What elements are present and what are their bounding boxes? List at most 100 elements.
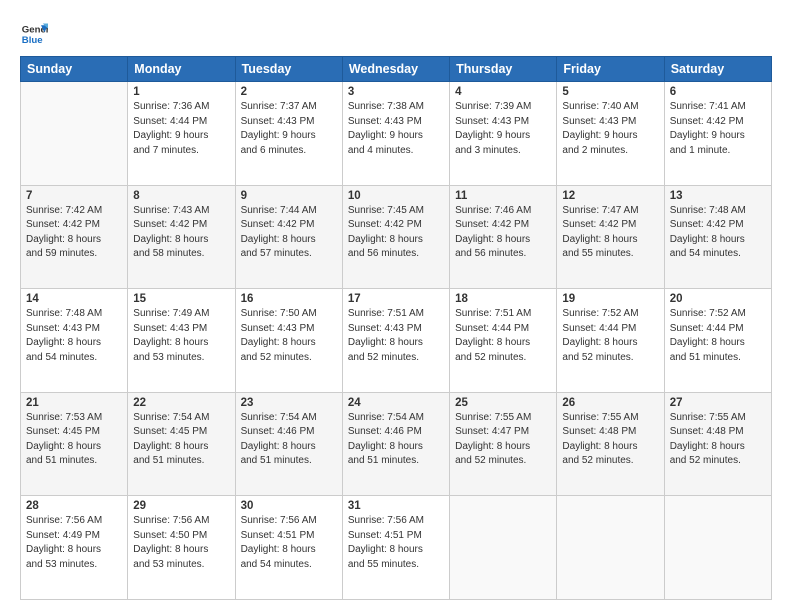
calendar-cell: 26 Sunrise: 7:55 AMSunset: 4:48 PMDayligh… bbox=[557, 392, 664, 496]
day-number: 11 bbox=[455, 190, 551, 202]
day-number: 21 bbox=[26, 397, 122, 409]
day-number: 22 bbox=[133, 397, 229, 409]
day-info: Sunrise: 7:47 AMSunset: 4:42 PMDaylight:… bbox=[562, 204, 658, 262]
weekday-sunday: Sunday bbox=[21, 57, 128, 82]
week-row-2: 7 Sunrise: 7:42 AMSunset: 4:42 PMDaylight… bbox=[21, 185, 772, 289]
day-info: Sunrise: 7:52 AMSunset: 4:44 PMDaylight:… bbox=[562, 307, 658, 365]
calendar-cell: 2Sunrise: 7:37 AMSunset: 4:43 PMDaylight… bbox=[235, 82, 342, 186]
day-number: 24 bbox=[348, 397, 444, 409]
calendar-cell: 30Sunrise: 7:56 AMSunset: 4:51 PMDayligh… bbox=[235, 496, 342, 600]
calendar-cell: 20 Sunrise: 7:52 AMSunset: 4:44 PMDayligh… bbox=[664, 289, 771, 393]
calendar-cell: 25Sunrise: 7:55 AMSunset: 4:47 PMDayligh… bbox=[450, 392, 557, 496]
calendar-cell bbox=[664, 496, 771, 600]
logo: General Blue bbox=[20, 20, 50, 48]
calendar-cell: 3 Sunrise: 7:38 AMSunset: 4:43 PMDaylight… bbox=[342, 82, 449, 186]
day-info: Sunrise: 7:46 AMSunset: 4:42 PMDaylight:… bbox=[455, 204, 551, 262]
calendar-cell: 9Sunrise: 7:44 AMSunset: 4:42 PMDaylight… bbox=[235, 185, 342, 289]
day-info: Sunrise: 7:45 AMSunset: 4:42 PMDaylight:… bbox=[348, 204, 444, 262]
day-number: 3 bbox=[348, 86, 444, 98]
day-number: 28 bbox=[26, 500, 122, 512]
weekday-friday: Friday bbox=[557, 57, 664, 82]
day-number: 4 bbox=[455, 86, 551, 98]
day-info: Sunrise: 7:42 AMSunset: 4:42 PMDaylight:… bbox=[26, 204, 122, 262]
day-number: 12 bbox=[562, 190, 658, 202]
day-info: Sunrise: 7:56 AMSunset: 4:49 PMDaylight:… bbox=[26, 514, 122, 572]
day-number: 20 bbox=[670, 293, 766, 305]
calendar-cell: 14 Sunrise: 7:48 AMSunset: 4:43 PMDayligh… bbox=[21, 289, 128, 393]
day-number: 26 bbox=[562, 397, 658, 409]
calendar-cell bbox=[557, 496, 664, 600]
calendar-cell: 29 Sunrise: 7:56 AMSunset: 4:50 PMDayligh… bbox=[128, 496, 235, 600]
week-row-5: 28 Sunrise: 7:56 AMSunset: 4:49 PMDayligh… bbox=[21, 496, 772, 600]
weekday-header-row: SundayMondayTuesdayWednesdayThursdayFrid… bbox=[21, 57, 772, 82]
week-row-4: 21 Sunrise: 7:53 AMSunset: 4:45 PMDayligh… bbox=[21, 392, 772, 496]
day-info: Sunrise: 7:36 AMSunset: 4:44 PMDaylight:… bbox=[133, 100, 229, 158]
day-number: 23 bbox=[241, 397, 337, 409]
day-info: Sunrise: 7:38 AMSunset: 4:43 PMDaylight:… bbox=[348, 100, 444, 158]
day-number: 14 bbox=[26, 293, 122, 305]
weekday-wednesday: Wednesday bbox=[342, 57, 449, 82]
day-info: Sunrise: 7:48 AMSunset: 4:42 PMDaylight:… bbox=[670, 204, 766, 262]
calendar-cell: 10 Sunrise: 7:45 AMSunset: 4:42 PMDayligh… bbox=[342, 185, 449, 289]
day-info: Sunrise: 7:48 AMSunset: 4:43 PMDaylight:… bbox=[26, 307, 122, 365]
day-number: 10 bbox=[348, 190, 444, 202]
day-number: 31 bbox=[348, 500, 444, 512]
day-number: 16 bbox=[241, 293, 337, 305]
day-number: 2 bbox=[241, 86, 337, 98]
calendar-cell: 27 Sunrise: 7:55 AMSunset: 4:48 PMDayligh… bbox=[664, 392, 771, 496]
calendar-cell: 31 Sunrise: 7:56 AMSunset: 4:51 PMDayligh… bbox=[342, 496, 449, 600]
calendar-table: SundayMondayTuesdayWednesdayThursdayFrid… bbox=[20, 56, 772, 600]
calendar-cell: 5Sunrise: 7:40 AMSunset: 4:43 PMDaylight… bbox=[557, 82, 664, 186]
day-info: Sunrise: 7:51 AMSunset: 4:44 PMDaylight:… bbox=[455, 307, 551, 365]
day-info: Sunrise: 7:49 AMSunset: 4:43 PMDaylight:… bbox=[133, 307, 229, 365]
day-number: 15 bbox=[133, 293, 229, 305]
day-info: Sunrise: 7:53 AMSunset: 4:45 PMDaylight:… bbox=[26, 411, 122, 469]
calendar-cell: 11 Sunrise: 7:46 AMSunset: 4:42 PMDayligh… bbox=[450, 185, 557, 289]
day-info: Sunrise: 7:55 AMSunset: 4:48 PMDaylight:… bbox=[670, 411, 766, 469]
calendar-cell: 28 Sunrise: 7:56 AMSunset: 4:49 PMDayligh… bbox=[21, 496, 128, 600]
day-info: Sunrise: 7:56 AMSunset: 4:50 PMDaylight:… bbox=[133, 514, 229, 572]
weekday-saturday: Saturday bbox=[664, 57, 771, 82]
calendar-cell: 4Sunrise: 7:39 AMSunset: 4:43 PMDaylight… bbox=[450, 82, 557, 186]
day-number: 13 bbox=[670, 190, 766, 202]
calendar-cell: 17 Sunrise: 7:51 AMSunset: 4:43 PMDayligh… bbox=[342, 289, 449, 393]
calendar-cell: 13 Sunrise: 7:48 AMSunset: 4:42 PMDayligh… bbox=[664, 185, 771, 289]
calendar-cell bbox=[450, 496, 557, 600]
day-info: Sunrise: 7:55 AMSunset: 4:47 PMDaylight:… bbox=[455, 411, 551, 469]
day-number: 9 bbox=[241, 190, 337, 202]
day-info: Sunrise: 7:55 AMSunset: 4:48 PMDaylight:… bbox=[562, 411, 658, 469]
weekday-tuesday: Tuesday bbox=[235, 57, 342, 82]
day-info: Sunrise: 7:41 AMSunset: 4:42 PMDaylight:… bbox=[670, 100, 766, 158]
calendar-cell: 23Sunrise: 7:54 AMSunset: 4:46 PMDayligh… bbox=[235, 392, 342, 496]
calendar-cell: 7 Sunrise: 7:42 AMSunset: 4:42 PMDaylight… bbox=[21, 185, 128, 289]
day-number: 27 bbox=[670, 397, 766, 409]
day-info: Sunrise: 7:51 AMSunset: 4:43 PMDaylight:… bbox=[348, 307, 444, 365]
calendar-cell: 18 Sunrise: 7:51 AMSunset: 4:44 PMDayligh… bbox=[450, 289, 557, 393]
day-info: Sunrise: 7:50 AMSunset: 4:43 PMDaylight:… bbox=[241, 307, 337, 365]
week-row-1: 1 Sunrise: 7:36 AMSunset: 4:44 PMDaylight… bbox=[21, 82, 772, 186]
calendar-cell: 21 Sunrise: 7:53 AMSunset: 4:45 PMDayligh… bbox=[21, 392, 128, 496]
day-info: Sunrise: 7:40 AMSunset: 4:43 PMDaylight:… bbox=[562, 100, 658, 158]
day-number: 18 bbox=[455, 293, 551, 305]
svg-text:Blue: Blue bbox=[22, 35, 43, 46]
calendar-cell bbox=[21, 82, 128, 186]
calendar-cell: 6Sunrise: 7:41 AMSunset: 4:42 PMDaylight… bbox=[664, 82, 771, 186]
day-number: 1 bbox=[133, 86, 229, 98]
logo-icon: General Blue bbox=[20, 20, 48, 48]
day-number: 30 bbox=[241, 500, 337, 512]
day-number: 7 bbox=[26, 190, 122, 202]
weekday-monday: Monday bbox=[128, 57, 235, 82]
day-info: Sunrise: 7:54 AMSunset: 4:46 PMDaylight:… bbox=[348, 411, 444, 469]
calendar-cell: 15 Sunrise: 7:49 AMSunset: 4:43 PMDayligh… bbox=[128, 289, 235, 393]
day-info: Sunrise: 7:54 AMSunset: 4:45 PMDaylight:… bbox=[133, 411, 229, 469]
day-number: 17 bbox=[348, 293, 444, 305]
calendar-cell: 8Sunrise: 7:43 AMSunset: 4:42 PMDaylight… bbox=[128, 185, 235, 289]
page: General Blue SundayMondayTuesdayWednesda… bbox=[0, 0, 792, 612]
day-number: 8 bbox=[133, 190, 229, 202]
calendar-cell: 16 Sunrise: 7:50 AMSunset: 4:43 PMDayligh… bbox=[235, 289, 342, 393]
day-number: 29 bbox=[133, 500, 229, 512]
calendar-cell: 22 Sunrise: 7:54 AMSunset: 4:45 PMDayligh… bbox=[128, 392, 235, 496]
calendar-cell: 12 Sunrise: 7:47 AMSunset: 4:42 PMDayligh… bbox=[557, 185, 664, 289]
day-info: Sunrise: 7:56 AMSunset: 4:51 PMDaylight:… bbox=[348, 514, 444, 572]
day-info: Sunrise: 7:52 AMSunset: 4:44 PMDaylight:… bbox=[670, 307, 766, 365]
